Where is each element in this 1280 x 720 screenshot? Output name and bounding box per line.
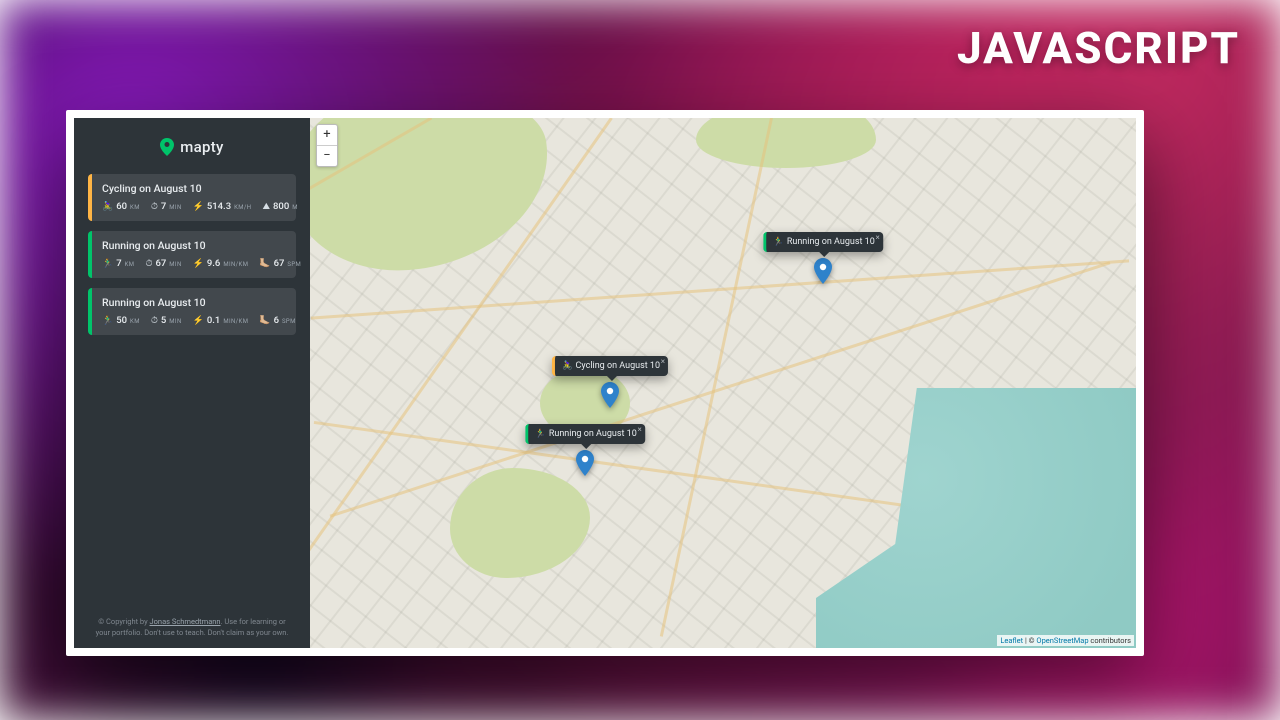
popup-label: Running on August 10 (787, 237, 875, 247)
popup-type-icon: 🚴‍♀️ (562, 361, 573, 371)
stat-unit: MIN (169, 261, 181, 268)
workout-title: Running on August 10 (102, 296, 286, 309)
map-marker[interactable] (814, 258, 832, 284)
stat-icon: 🏃‍♂️ (102, 317, 113, 326)
stat-value: 7 (116, 258, 121, 269)
stat-unit: SPM (287, 261, 301, 268)
stat-unit: KM (130, 204, 140, 211)
map-popup[interactable]: × 🏃‍♂️Running on August 10 (525, 424, 645, 444)
workout-stat: ⏱5MIN (151, 315, 182, 326)
workout-card[interactable]: Cycling on August 10 🚴‍♀️60KM ⏱7MIN ⚡️514.3… (88, 174, 296, 221)
attribution-tail: contributors (1089, 636, 1131, 645)
map-canvas[interactable]: + − ×🚴‍♀️Cycling on August 10×🏃‍♂️Runnin… (310, 118, 1136, 648)
logo-icon (160, 138, 174, 156)
map-popup[interactable]: × 🏃‍♂️Running on August 10 (763, 232, 883, 252)
popup-type-icon: 🏃‍♂️ (535, 429, 546, 439)
stat-value: 5 (161, 315, 166, 326)
workout-card[interactable]: Running on August 10🏃‍♂️7KM⏱67MIN⚡️9.6MI… (88, 231, 296, 278)
stat-value: 67 (274, 258, 285, 269)
stat-value: 6 (274, 315, 279, 326)
stat-unit: SPM (282, 318, 296, 325)
stat-unit: M (292, 204, 298, 211)
workout-stat: 🚴‍♀️60KM (102, 201, 140, 212)
stat-value: 67 (155, 258, 166, 269)
stat-icon: ⚡️ (193, 317, 204, 326)
workout-stat: 🦶🏼 6SPM (259, 315, 295, 326)
popup-label: Running on August 10 (549, 429, 637, 439)
stat-icon: ⛰ (262, 203, 270, 212)
workout-stats: 🚴‍♀️60KM⏱7MIN⚡️514.3KM/H⛰800M (102, 201, 286, 212)
workout-title: Running on August 10 (102, 239, 286, 252)
stat-unit: MIN (169, 204, 181, 211)
close-icon[interactable]: × (876, 233, 880, 242)
stat-value: 0.1 (207, 315, 220, 326)
workout-stat: ⚡️514.3KM/H (193, 201, 252, 212)
stat-unit: KM (130, 318, 140, 325)
stat-icon: ⚡️ (193, 260, 204, 269)
stat-icon: 🦶🏼 (259, 260, 270, 269)
app-window: mapty Cycling on August 10🚴‍♀️60KM⏱7MIN⚡… (66, 110, 1144, 656)
stat-icon: ⏱ (151, 317, 158, 326)
map-marker[interactable] (576, 450, 594, 476)
stat-value: 50 (116, 315, 127, 326)
map-marker[interactable] (601, 382, 619, 408)
workout-stat: 🏃‍♂️7 KM (102, 258, 134, 269)
stat-icon: ⏱ (151, 203, 158, 212)
attribution-sep: | © (1023, 636, 1036, 645)
app-logo: mapty (88, 138, 296, 156)
footer-prefix: © Copyright by (98, 617, 149, 626)
logo-text: mapty (180, 138, 223, 156)
stat-value: 7 (161, 201, 166, 212)
stat-unit: KM/H (234, 204, 251, 211)
stat-icon: 🦶🏼 (259, 317, 270, 326)
copyright-footer: © Copyright by Jonas Schmedtmann. Use fo… (88, 617, 296, 638)
stat-value: 800 (273, 201, 289, 212)
workout-stats: 🏃‍♂️50KM⏱5MIN⚡️0.1MIN/KM🦶🏼6SPM (102, 315, 286, 326)
close-icon[interactable]: × (638, 425, 642, 434)
sidebar: mapty Cycling on August 10🚴‍♀️60KM⏱7MIN⚡… (74, 118, 310, 648)
stat-unit: MIN (169, 318, 181, 325)
popup-label: Cycling on August 10 (576, 361, 660, 371)
workout-stat: ⚡️9.6MIN/KM (193, 258, 249, 269)
stat-unit: MIN/KM (223, 318, 248, 325)
workout-stat: 🏃‍♂️50KM (102, 315, 140, 326)
workout-card[interactable]: Running on August 10🏃‍♂️50KM⏱5MIN⚡️0.1MI… (88, 288, 296, 335)
zoom-in-button[interactable]: + (317, 125, 337, 146)
stat-unit: MIN/KM (223, 261, 248, 268)
stat-icon: ⏱ (145, 260, 152, 269)
workout-title: Cycling on August 10 (102, 182, 286, 195)
workout-stat: ⚡️0.1MIN/KM (193, 315, 249, 326)
close-icon[interactable]: × (661, 357, 665, 366)
stat-value: 9.6 (207, 258, 220, 269)
zoom-control: + − (316, 124, 338, 167)
workout-stat: ⛰800M (262, 201, 297, 212)
stat-value: 60 (116, 201, 127, 212)
slide-title: JAVASCRIPT (957, 22, 1240, 74)
stat-unit: KM (125, 261, 135, 268)
osm-link[interactable]: OpenStreetMap (1036, 636, 1088, 645)
workout-stat: ⏱67MIN (145, 258, 181, 269)
workout-stats: 🏃‍♂️7KM⏱67MIN⚡️9.6MIN/KM🦶🏼67SPM (102, 258, 286, 269)
zoom-out-button[interactable]: − (317, 146, 337, 166)
workout-stat: ⏱7MIN (151, 201, 182, 212)
workout-stat: 🦶🏼 67SPM (259, 258, 301, 269)
map-popup[interactable]: × 🚴‍♀️Cycling on August 10 (552, 356, 668, 376)
stat-icon: 🚴‍♀️ (102, 203, 113, 212)
stat-value: 514.3 (207, 201, 231, 212)
footer-author-link[interactable]: Jonas Schmedtmann (150, 617, 221, 626)
stat-icon: ⚡️ (193, 203, 204, 212)
map-attribution: Leaflet | © OpenStreetMap contributors (997, 635, 1134, 646)
stat-icon: 🏃‍♂️ (102, 260, 113, 269)
leaflet-link[interactable]: Leaflet (1000, 636, 1023, 645)
popup-type-icon: 🏃‍♂️ (773, 237, 784, 247)
workout-list: Cycling on August 10🚴‍♀️60KM⏱7MIN⚡️514.3… (88, 174, 296, 335)
